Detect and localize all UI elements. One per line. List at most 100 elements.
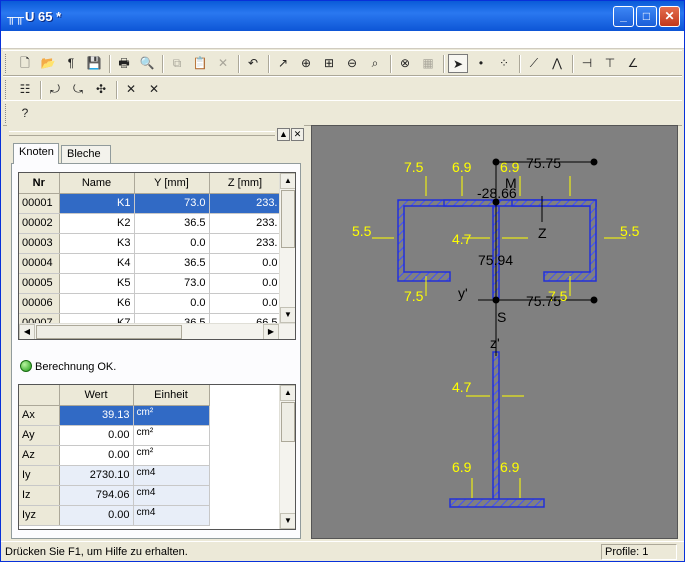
cell-z[interactable]: 233. [209, 193, 282, 214]
cell-wert[interactable]: 0.00 [59, 505, 134, 526]
scroll-up-button[interactable]: ▲ [280, 173, 295, 189]
save-button[interactable]: 💾 [84, 54, 104, 73]
cell-einheit[interactable]: cm² [133, 425, 210, 446]
cell-wert[interactable]: 39.13 [59, 405, 134, 426]
table-row[interactable]: 00002 K2 36.5 233. [19, 213, 282, 234]
new-button[interactable]: 🗋 [15, 54, 35, 73]
cell-z[interactable]: 0.0 [209, 293, 282, 314]
delete-cross-button[interactable]: ✕ [121, 80, 141, 99]
toolbar-grip[interactable] [5, 80, 8, 99]
cell-y[interactable]: 73.0 [134, 193, 210, 214]
undo-button[interactable]: ↶ [243, 54, 263, 73]
col-header-nr[interactable]: Nr [19, 173, 60, 194]
scroll-down-button[interactable]: ▼ [280, 513, 295, 529]
maximize-button[interactable]: □ [636, 6, 657, 27]
col-header-einheit[interactable]: Einheit [133, 385, 210, 406]
cell-name[interactable]: K4 [59, 253, 135, 274]
cell-wert[interactable]: 794.06 [59, 485, 134, 506]
cell-nr[interactable]: 00002 [19, 213, 60, 234]
table-row[interactable]: Iz 794.06 cm4 [19, 485, 210, 506]
cell-y[interactable]: 0.0 [134, 233, 210, 254]
copy-button[interactable]: ⧉ [167, 54, 187, 73]
cell-name[interactable]: K3 [59, 233, 135, 254]
tab-bleche[interactable]: Bleche [61, 145, 111, 163]
col-header-y[interactable]: Y [mm] [134, 173, 210, 194]
drawing-canvas[interactable]: 7.5 6.9 6.9 5.5 5.5 4.7 7.5 7.5 4.7 6.9 … [311, 125, 678, 539]
arrow-button[interactable]: ↗ [273, 54, 293, 73]
dimension-h-button[interactable]: ⊣ [577, 54, 597, 73]
dimension-angle-button[interactable]: ∠ [623, 54, 643, 73]
help-button[interactable]: ? [15, 104, 35, 123]
cell-wert[interactable]: 0.00 [59, 445, 134, 466]
cell-name[interactable]: K2 [59, 213, 135, 234]
delete-all-button[interactable]: ✕ [144, 80, 164, 99]
cell-y[interactable]: 0.0 [134, 293, 210, 314]
properties-button[interactable]: ☷ [15, 80, 35, 99]
col-header-wert[interactable]: Wert [59, 385, 134, 406]
section-shape[interactable] [397, 199, 597, 508]
cell-name[interactable]: K1 [59, 193, 135, 214]
cell-z[interactable]: 0.0 [209, 273, 282, 294]
toolbar-grip[interactable] [5, 54, 8, 73]
import-button[interactable]: ¶ [61, 54, 81, 73]
table-row[interactable]: 00003 K3 0.0 233. [19, 233, 282, 254]
col-header-z[interactable]: Z [mm] [209, 173, 282, 194]
cell-z[interactable]: 0.0 [209, 253, 282, 274]
zoom-select-button[interactable]: ⊗ [395, 54, 415, 73]
cell-einheit[interactable]: cm4 [133, 485, 210, 506]
zoom-out-button[interactable]: ⊖ [342, 54, 362, 73]
print-preview-button[interactable]: 🔍 [137, 54, 157, 73]
scroll-thumb[interactable] [281, 402, 295, 442]
node-button[interactable]: • [471, 54, 491, 73]
cell-nr[interactable]: 00006 [19, 293, 60, 314]
select-pointer-button[interactable]: ➤ [448, 54, 468, 73]
cell-name[interactable]: K6 [59, 293, 135, 314]
scroll-up-button[interactable]: ▲ [280, 385, 295, 401]
cell-y[interactable]: 36.5 [134, 253, 210, 274]
col-header-property[interactable] [19, 385, 60, 406]
scroll-thumb[interactable] [281, 190, 295, 248]
table-row[interactable]: 00005 K5 73.0 0.0 [19, 273, 282, 294]
panel-close-button[interactable]: ✕ [291, 128, 304, 141]
delete-button[interactable]: ✕ [213, 54, 233, 73]
cell-y[interactable]: 73.0 [134, 273, 210, 294]
cell-nr[interactable]: 00004 [19, 253, 60, 274]
cell-y[interactable]: 36.5 [134, 213, 210, 234]
print-button[interactable]: 🖶 [114, 54, 134, 73]
cell-einheit[interactable]: cm² [133, 445, 210, 466]
open-button[interactable]: 📂 [38, 54, 58, 73]
table-row[interactable]: 00001 K1 73.0 233. [19, 193, 282, 214]
scroll-down-button[interactable]: ▼ [280, 307, 295, 323]
cell-wert[interactable]: 0.00 [59, 425, 134, 446]
cell-einheit[interactable]: cm4 [133, 465, 210, 486]
section-drawing[interactable]: 7.5 6.9 6.9 5.5 5.5 4.7 7.5 7.5 4.7 6.9 … [312, 126, 678, 539]
table-row[interactable]: Iy 2730.10 cm4 [19, 465, 210, 486]
zoom-fit-button[interactable]: ⌕ [365, 54, 385, 73]
cell-name[interactable]: K5 [59, 273, 135, 294]
cell-z[interactable]: 233. [209, 213, 282, 234]
move-button[interactable]: ✣ [91, 80, 111, 99]
zoom-window-button[interactable]: ⊞ [319, 54, 339, 73]
polyline-button[interactable]: ⋀ [547, 54, 567, 73]
dot-grid-button[interactable]: ⁘ [494, 54, 514, 73]
table-row[interactable]: Az 0.00 cm² [19, 445, 210, 466]
table-row[interactable]: Iyz 0.00 cm4 [19, 505, 210, 526]
scroll-left-button[interactable]: ◀ [19, 324, 35, 339]
toolbar-grip[interactable] [5, 104, 8, 123]
title-bar[interactable]: ╥╥ U 65 * _ □ ✕ [1, 1, 684, 31]
line-button[interactable]: ⟋ [524, 54, 544, 73]
cell-z[interactable]: 233. [209, 233, 282, 254]
panel-grip[interactable] [9, 131, 275, 136]
table-row[interactable]: 00004 K4 36.5 0.0 [19, 253, 282, 274]
cell-einheit[interactable]: cm4 [133, 505, 210, 526]
paste-button[interactable]: 📋 [190, 54, 210, 73]
cell-nr[interactable]: 00003 [19, 233, 60, 254]
cell-wert[interactable]: 2730.10 [59, 465, 134, 486]
scroll-thumb[interactable] [36, 325, 182, 339]
tab-knoten[interactable]: Knoten [13, 143, 59, 164]
minimize-button[interactable]: _ [613, 6, 634, 27]
rotate-button[interactable]: ⤾ [45, 80, 65, 99]
table-row[interactable]: 00006 K6 0.0 0.0 [19, 293, 282, 314]
grid-view-button[interactable]: ▦ [418, 54, 438, 73]
close-button[interactable]: ✕ [659, 6, 680, 27]
